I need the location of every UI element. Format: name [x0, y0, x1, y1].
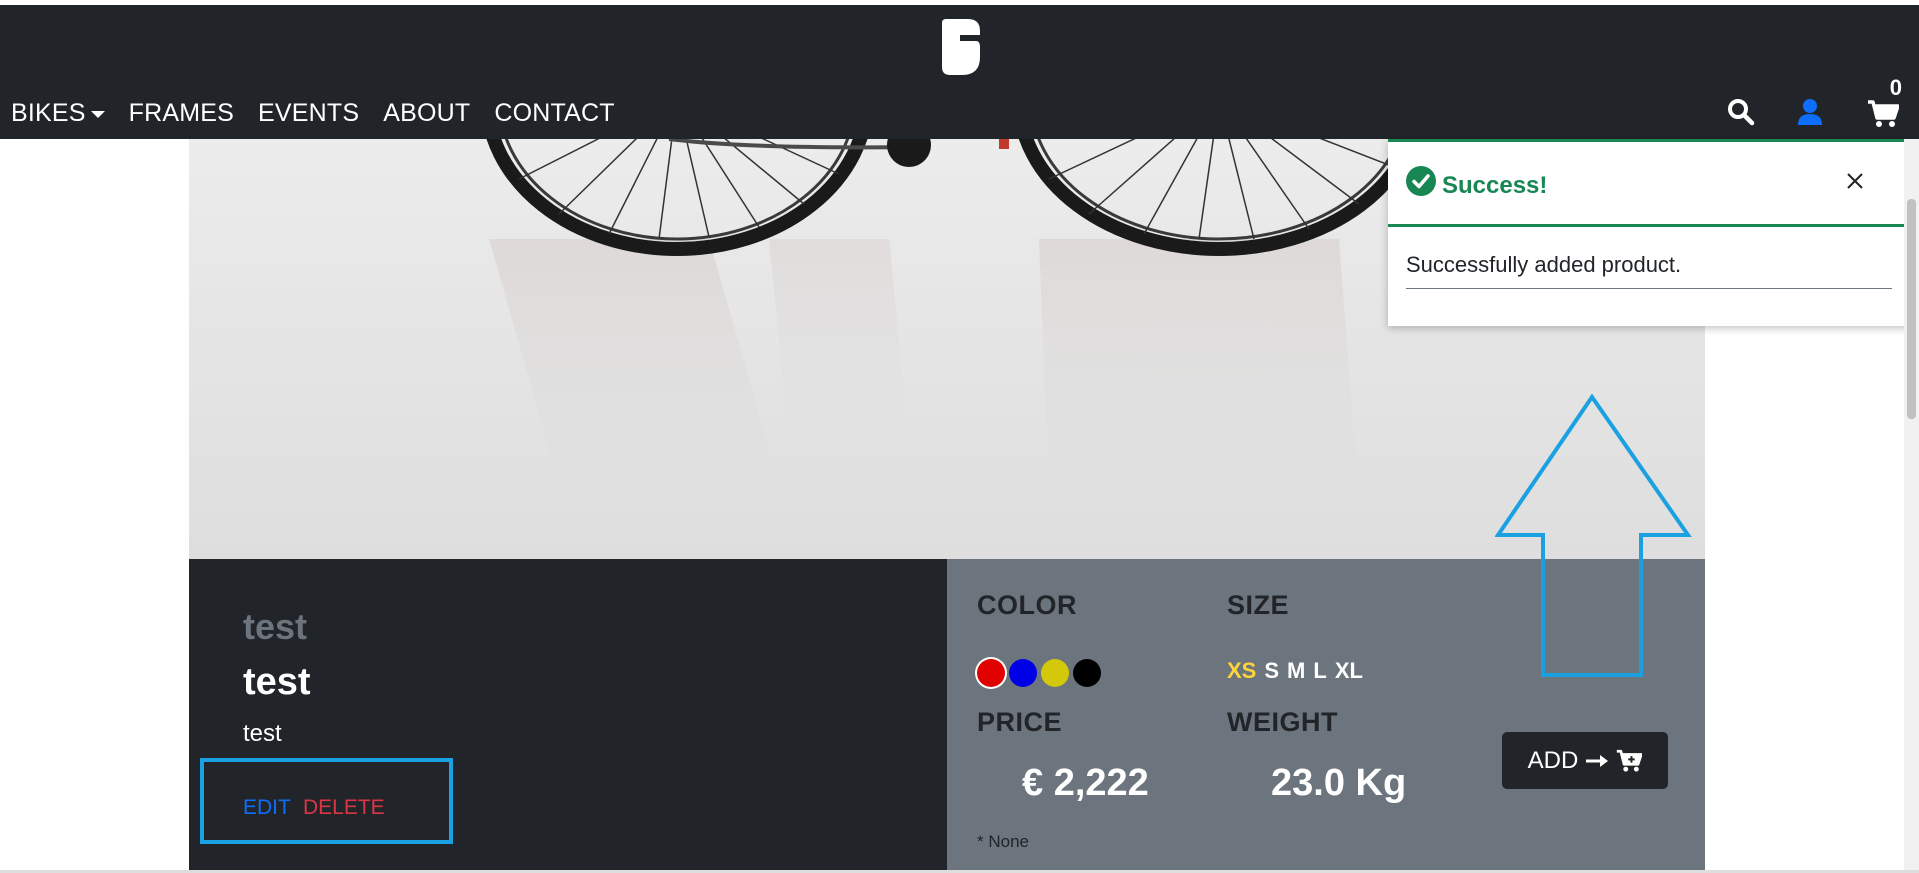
nav-frames-label: FRAMES [128, 98, 235, 127]
add-to-cart-button[interactable]: ADD [1502, 732, 1668, 789]
color-swatch-blue[interactable] [1009, 659, 1037, 687]
navbar: BIKES FRAMES EVENTS ABOUT CONTACT 0 [0, 5, 1919, 139]
size-option-m[interactable]: M [1287, 658, 1305, 684]
nav-events[interactable]: EVENTS [258, 99, 359, 128]
product-note: * None [977, 832, 1029, 851]
add-button-label: ADD [1527, 746, 1579, 774]
product-description: test [243, 720, 282, 747]
color-swatch-yellow[interactable] [1041, 659, 1069, 687]
toast-message: Successfully added product. [1406, 252, 1892, 289]
size-option-xl[interactable]: XL [1335, 658, 1363, 684]
color-swatch-red[interactable] [977, 659, 1005, 687]
nav-events-label: EVENTS [258, 98, 360, 127]
size-option-l[interactable]: L [1313, 658, 1326, 684]
caret-down-icon [90, 110, 105, 118]
price-label: PRICE [977, 707, 1063, 737]
size-label: SIZE [1227, 590, 1290, 620]
product-brand: test [243, 606, 308, 647]
color-swatch-black[interactable] [1073, 659, 1101, 687]
size-option-xs[interactable]: XS [1227, 658, 1256, 684]
cart-plus-icon [1617, 749, 1643, 772]
logo-icon[interactable] [936, 17, 984, 77]
nav-about-label: ABOUT [383, 98, 471, 127]
annotation-box [200, 758, 453, 844]
weight-label: WEIGHT [1227, 707, 1338, 737]
success-toast: Success! Successfully added product. [1388, 139, 1910, 326]
main-nav: BIKES FRAMES EVENTS ABOUT CONTACT [0, 93, 628, 133]
page-scrollbar[interactable] [1904, 139, 1919, 873]
cart-count-badge: 0 [1889, 75, 1902, 100]
size-option-s[interactable]: S [1264, 658, 1279, 684]
annotation-arrow [1495, 394, 1692, 677]
nav-frames[interactable]: FRAMES [129, 99, 234, 128]
size-options: XS S M L XL [1227, 658, 1363, 684]
product-title: test [243, 661, 311, 703]
toast-title: Success! [1442, 172, 1548, 199]
search-icon[interactable] [1727, 98, 1755, 126]
nav-contact[interactable]: CONTACT [494, 99, 614, 128]
user-icon[interactable] [1798, 98, 1822, 126]
nav-contact-label: CONTACT [494, 98, 615, 127]
nav-bikes-label: BIKES [11, 98, 86, 127]
product-price: € 2,222 [1022, 762, 1149, 804]
cart-icon[interactable] [1867, 100, 1899, 128]
toast-header: Success! [1388, 142, 1910, 227]
nav-about[interactable]: ABOUT [383, 99, 470, 128]
color-label: COLOR [977, 590, 1077, 620]
product-weight: 23.0 Kg [1271, 762, 1407, 804]
scrollbar-thumb[interactable] [1907, 199, 1916, 419]
nav-bikes[interactable]: BIKES [11, 99, 105, 128]
check-circle-icon [1406, 166, 1436, 196]
close-icon[interactable] [1844, 170, 1866, 192]
arrow-right-icon [1586, 754, 1609, 767]
